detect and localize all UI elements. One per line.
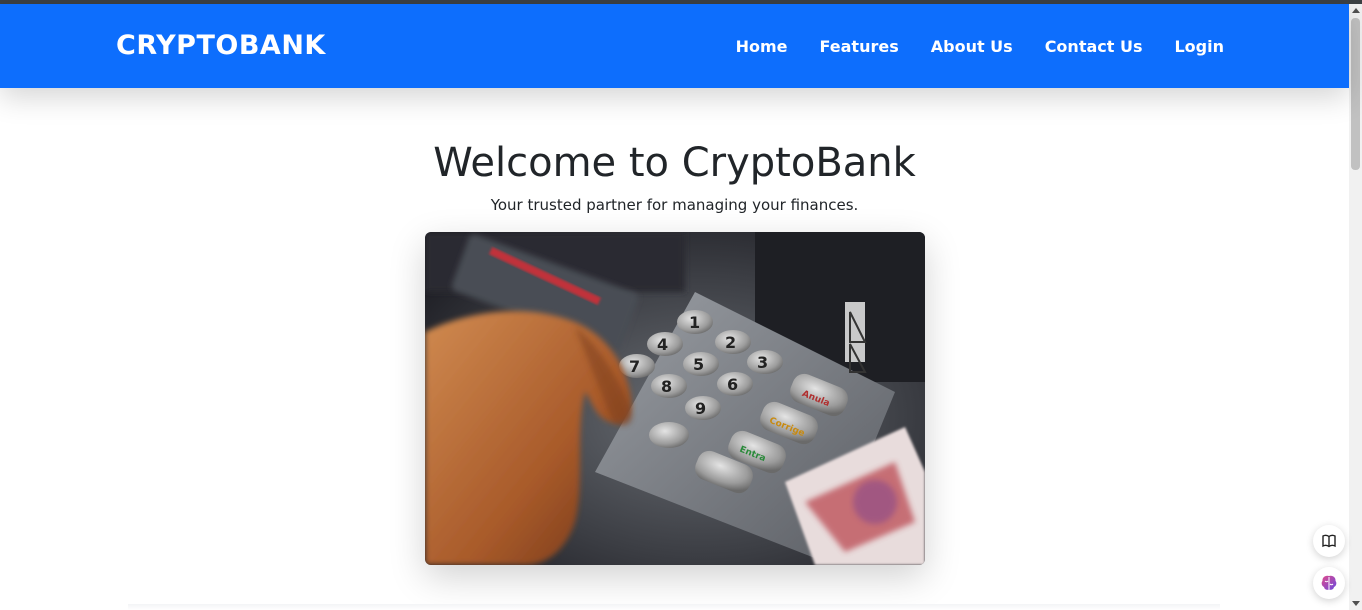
svg-text:3: 3 <box>757 353 768 372</box>
scrollbar[interactable] <box>1349 4 1362 610</box>
svg-text:1: 1 <box>689 313 700 332</box>
scroll-down-arrow-icon[interactable] <box>1352 601 1360 606</box>
svg-text:4: 4 <box>657 335 668 354</box>
hero-image: 1 2 3 4 5 6 7 8 9 Anula Corrige Entra <box>425 232 925 565</box>
svg-text:6: 6 <box>727 375 738 394</box>
hero-subtitle: Your trusted partner for managing your f… <box>490 196 859 214</box>
nav-link-contact-us[interactable]: Contact Us <box>1045 37 1143 56</box>
navbar: CRYPTOBANK Home Features About Us Contac… <box>0 4 1349 88</box>
brain-icon <box>1321 575 1337 590</box>
nav-links: Home Features About Us Contact Us Login <box>704 37 1224 56</box>
svg-text:7: 7 <box>629 357 640 376</box>
nav-link-about-us[interactable]: About Us <box>931 37 1013 56</box>
scroll-up-arrow-icon[interactable] <box>1352 8 1360 13</box>
section-divider <box>128 604 1220 610</box>
reader-mode-button[interactable] <box>1313 525 1345 557</box>
nav-link-home[interactable]: Home <box>736 37 788 56</box>
nav-link-features[interactable]: Features <box>820 37 899 56</box>
hero-title: Welcome to CryptoBank <box>433 140 916 186</box>
svg-text:5: 5 <box>693 355 704 374</box>
nav-link-login[interactable]: Login <box>1174 37 1224 56</box>
scrollbar-thumb[interactable] <box>1351 18 1360 170</box>
svg-text:8: 8 <box>661 377 672 396</box>
svg-text:9: 9 <box>695 399 706 418</box>
svg-text:2: 2 <box>725 333 736 352</box>
book-icon <box>1322 534 1336 548</box>
brand-logo[interactable]: CRYPTOBANK <box>116 30 326 61</box>
ai-assistant-button[interactable] <box>1313 567 1345 599</box>
